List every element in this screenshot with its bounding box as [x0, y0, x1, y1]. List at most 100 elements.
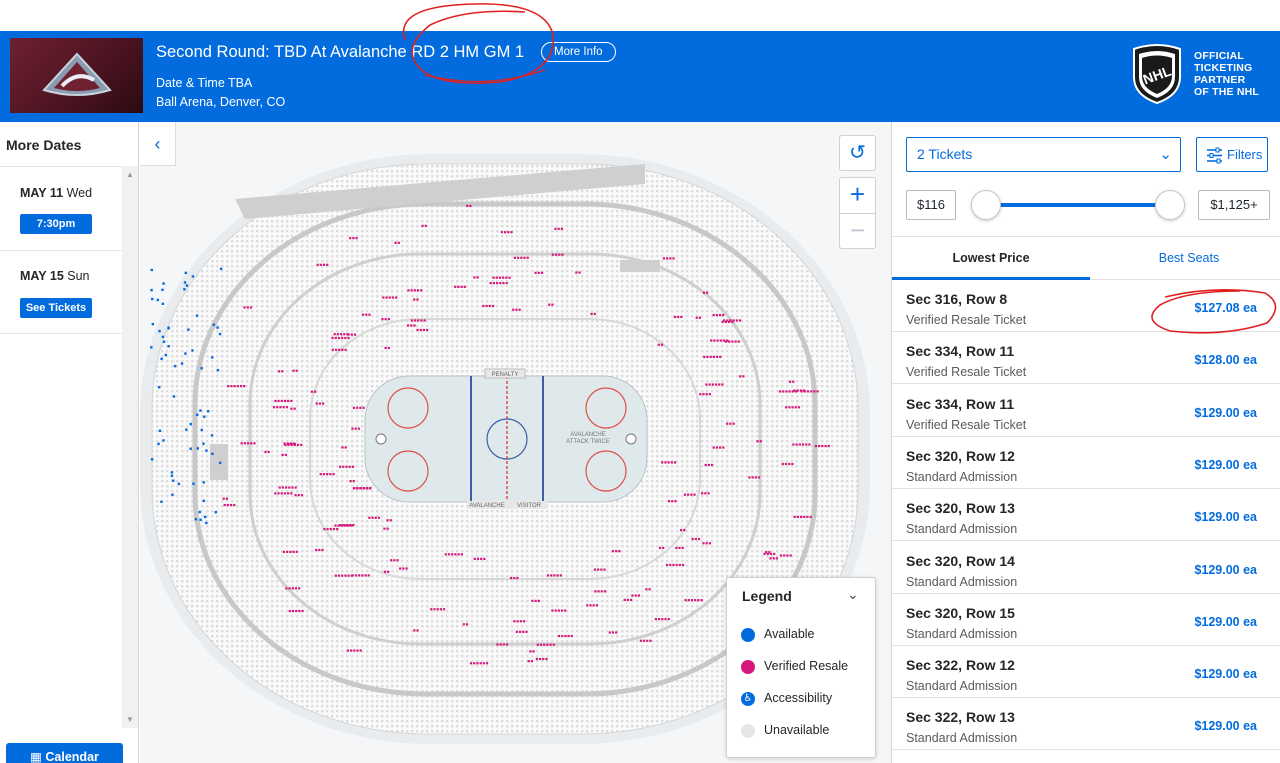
resale-seat-group[interactable] [704, 463, 714, 467]
available-seat[interactable] [184, 352, 187, 355]
available-seat[interactable] [199, 409, 202, 412]
resale-seat-group[interactable] [554, 227, 563, 230]
available-seat[interactable] [195, 314, 199, 317]
available-seat[interactable] [150, 458, 154, 461]
ticket-listing[interactable]: Sec 322, Row 13 Standard Admission $129.00… [892, 698, 1280, 751]
available-seat[interactable] [160, 357, 163, 361]
available-seat[interactable] [158, 385, 161, 389]
available-seat[interactable] [210, 434, 214, 437]
resale-seat-group[interactable] [623, 598, 633, 601]
resale-seat-group[interactable] [361, 313, 371, 316]
available-seat[interactable] [158, 429, 162, 433]
available-seat[interactable] [203, 415, 206, 418]
min-price-handle[interactable] [971, 190, 1001, 220]
available-seat[interactable] [205, 449, 208, 452]
available-seat[interactable] [167, 345, 170, 348]
resale-seat-group[interactable] [509, 576, 519, 580]
ticket-listing[interactable]: Sec 320, Row 14 Standard Admission $129.00… [892, 542, 1280, 594]
available-seat[interactable] [218, 332, 222, 336]
min-price-field[interactable]: $116 [906, 190, 956, 220]
available-seat[interactable] [203, 515, 207, 519]
available-seat[interactable] [183, 281, 187, 284]
available-seat[interactable] [212, 323, 215, 326]
resale-seat-group[interactable] [608, 631, 618, 634]
resale-seat-group[interactable] [675, 546, 684, 550]
max-price-handle[interactable] [1155, 190, 1185, 220]
available-seat[interactable] [216, 326, 219, 329]
see-tickets-button[interactable]: See Tickets [20, 298, 92, 318]
available-seat[interactable] [192, 482, 195, 485]
resale-seat-group[interactable] [381, 318, 391, 321]
dates-scrollbar[interactable]: ▲ ▼ [122, 166, 138, 728]
available-seat[interactable] [161, 335, 165, 339]
available-seat[interactable] [191, 349, 194, 352]
resale-seat-group[interactable] [294, 494, 304, 497]
ticket-listing[interactable]: Sec 322, Row 12 Standard Admission $129.00… [892, 646, 1280, 699]
available-seat[interactable] [202, 442, 205, 445]
available-seat[interactable] [187, 328, 190, 331]
resale-seat-group[interactable] [701, 492, 710, 495]
available-seat[interactable] [199, 518, 202, 521]
available-seat[interactable] [162, 282, 165, 285]
ticket-listing[interactable]: Sec 316, Row 8 Verified Resale Ticket $127… [892, 280, 1280, 332]
resale-seat-group[interactable] [611, 550, 621, 553]
available-seat[interactable] [183, 288, 186, 291]
available-seat[interactable] [151, 297, 154, 301]
ticket-listing[interactable]: Sec 334, Row 11 Verified Resale Ticket $12… [892, 385, 1280, 437]
available-seat[interactable] [157, 442, 160, 446]
zoom-in-button[interactable]: + [839, 177, 876, 213]
available-seat[interactable] [205, 521, 208, 525]
ticket-quantity-select[interactable]: 2 Tickets ⌄ [906, 137, 1181, 172]
available-seat[interactable] [162, 439, 165, 442]
resale-seat-group[interactable] [243, 306, 253, 309]
available-seat[interactable] [214, 510, 217, 514]
available-seat[interactable] [216, 368, 220, 372]
available-seat[interactable] [191, 275, 195, 278]
tab-best-seats[interactable]: Best Seats [1090, 237, 1280, 280]
ticket-listing[interactable]: Sec 334, Row 11 Verified Resale Ticket $12… [892, 332, 1280, 385]
resale-seat-group[interactable] [390, 559, 399, 562]
available-seat[interactable] [211, 452, 214, 455]
available-seat[interactable] [194, 518, 197, 521]
available-seat[interactable] [171, 493, 174, 496]
resale-seat-group[interactable] [315, 402, 325, 405]
resale-seat-group[interactable] [347, 333, 357, 336]
available-seat[interactable] [170, 471, 174, 474]
available-seat[interactable] [180, 362, 184, 365]
available-seat[interactable] [198, 510, 201, 514]
resale-seat-group[interactable] [667, 500, 677, 503]
more-info-button[interactable]: More Info [541, 42, 616, 62]
zoom-out-button[interactable]: − [839, 213, 876, 249]
available-seat[interactable] [160, 500, 163, 503]
resale-seat-group[interactable] [512, 308, 521, 311]
reset-map-button[interactable]: ↺ [839, 135, 876, 171]
resale-seat-group[interactable] [534, 271, 544, 274]
available-seat[interactable] [218, 461, 222, 465]
available-seat[interactable] [172, 395, 176, 398]
resale-seat-group[interactable] [631, 594, 640, 597]
resale-seat-group[interactable] [399, 567, 408, 570]
available-seat[interactable] [185, 284, 189, 287]
available-seat[interactable] [196, 413, 199, 417]
available-seat[interactable] [150, 268, 153, 272]
price-slider-track[interactable] [986, 203, 1170, 207]
resale-seat-group[interactable] [769, 557, 778, 560]
filters-button[interactable]: Filters [1196, 137, 1268, 172]
resale-seat-group[interactable] [531, 599, 540, 602]
resale-seat-group[interactable] [351, 427, 360, 430]
available-seat[interactable] [219, 267, 223, 271]
available-seat[interactable] [162, 340, 166, 343]
available-seat[interactable] [177, 482, 181, 486]
time-button[interactable]: 7:30pm [20, 214, 92, 234]
scroll-up-icon[interactable]: ▲ [126, 170, 134, 179]
available-seat[interactable] [161, 288, 164, 292]
resale-seat-group[interactable] [726, 422, 735, 425]
available-seat[interactable] [185, 428, 188, 431]
available-seat[interactable] [161, 302, 165, 306]
available-seat[interactable] [150, 346, 153, 349]
available-seat[interactable] [158, 329, 161, 333]
tab-lowest-price[interactable]: Lowest Price [892, 237, 1090, 280]
resale-seat-group[interactable] [673, 315, 683, 319]
resale-seat-group[interactable] [349, 237, 358, 240]
available-seat[interactable] [173, 364, 177, 368]
